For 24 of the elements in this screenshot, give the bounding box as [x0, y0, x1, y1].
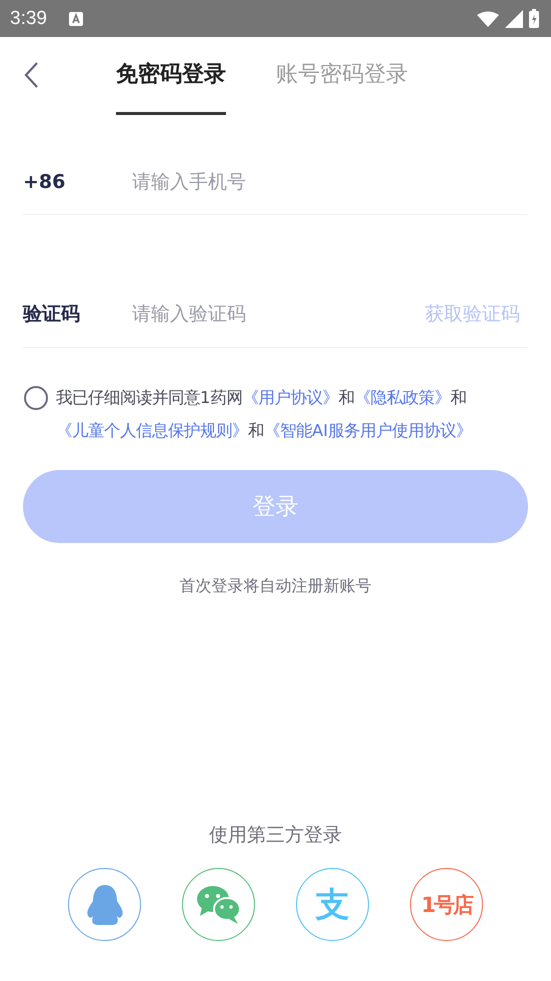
wifi-icon: [477, 10, 499, 26]
logo-text: 1号店: [421, 892, 472, 918]
phone-input[interactable]: 请输入手机号: [132, 171, 528, 193]
logo-text: 支: [316, 884, 350, 926]
agreement-link[interactable]: 《隐私政策》: [354, 388, 450, 407]
agreement-link[interactable]: 《用户协议》: [242, 388, 338, 407]
social-login-button[interactable]: 1号店: [410, 868, 483, 941]
section-title: 使用第三方登录: [208, 823, 343, 848]
login-tab[interactable]: 免密码登录: [116, 56, 226, 115]
agree-checkbox[interactable]: [24, 386, 48, 410]
register-hint: 首次登录将自动注册新账号: [178, 576, 372, 597]
agreement-text: 我已仔细阅读并同意1药网《用户协议》和《隐私政策》和 《儿童个人信息保护规则》和《智能AI服务用户使用协议》: [56, 387, 473, 442]
notification-icon: [68, 12, 83, 26]
code-input[interactable]: 请输入验证码: [132, 303, 425, 325]
field-label: 验证码: [23, 302, 81, 327]
signal-icon: [505, 10, 523, 28]
battery-icon: [529, 9, 539, 28]
login-tab[interactable]: 账号密码登录: [276, 56, 408, 115]
chat-bubbles-icon: [196, 884, 242, 924]
penguin-icon: [84, 882, 124, 926]
agreement-link[interactable]: 《智能AI服务用户使用协议》: [264, 421, 472, 440]
country-code: +86: [23, 171, 66, 193]
agreement-link[interactable]: 《儿童个人信息保护规则》: [56, 421, 248, 440]
clock: 3:39: [10, 8, 47, 30]
